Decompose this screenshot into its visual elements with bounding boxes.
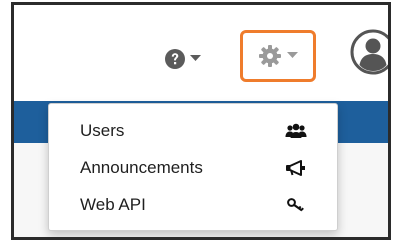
megaphone-icon — [285, 159, 307, 177]
settings-menu-toggle[interactable] — [240, 30, 316, 82]
menu-item-users[interactable]: Users — [49, 112, 337, 149]
menu-item-label: Web API — [80, 194, 146, 214]
chevron-down-icon — [190, 55, 201, 61]
menu-item-web-api[interactable]: Web API — [49, 186, 337, 223]
gear-icon — [259, 45, 281, 67]
menu-item-label: Users — [80, 120, 125, 140]
help-menu-toggle[interactable] — [164, 47, 201, 71]
question-circle-icon — [165, 49, 185, 69]
users-icon — [285, 122, 307, 140]
key-icon — [285, 196, 307, 214]
menu-item-announcements[interactable]: Announcements — [49, 149, 337, 186]
user-avatar-icon[interactable] — [350, 29, 391, 75]
settings-dropdown-menu: Users Announcements Web API — [48, 103, 338, 231]
menu-item-label: Announcements — [80, 157, 203, 177]
app-window: Users Announcements Web API — [11, 2, 391, 240]
chevron-down-icon — [287, 52, 298, 58]
